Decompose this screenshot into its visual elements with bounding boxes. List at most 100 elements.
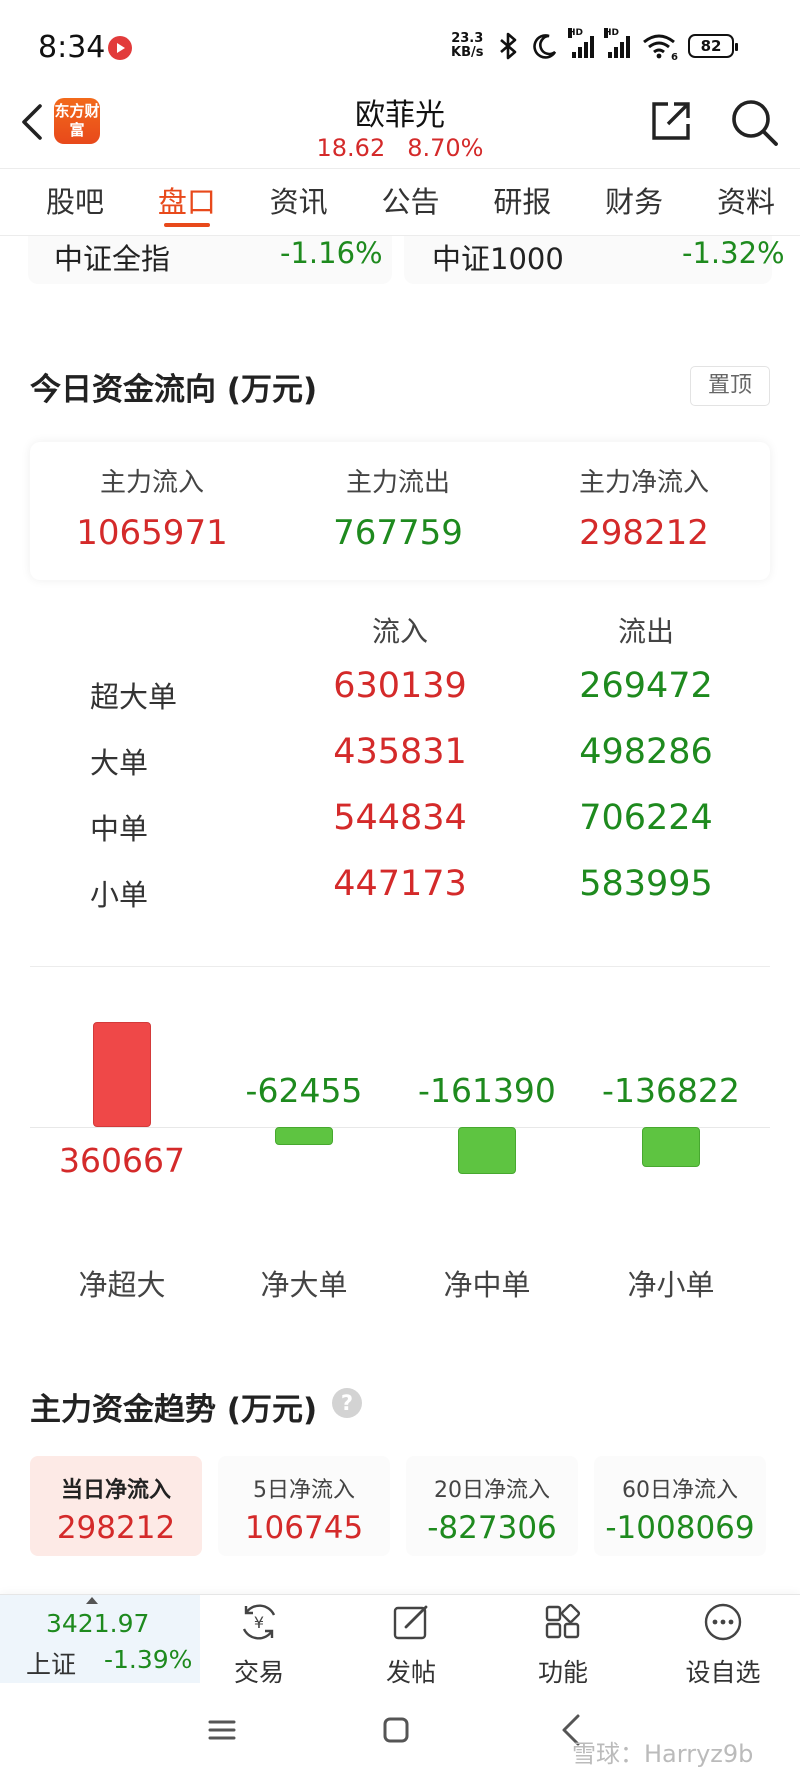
more-dots-icon	[704, 1603, 742, 1641]
flow-inflow-value: 435831	[333, 732, 467, 772]
wifi-label: 6	[671, 52, 678, 63]
flow-outflow-value: 269472	[579, 666, 713, 706]
tab-profile[interactable]: 资料	[717, 169, 775, 235]
index-name: 中证1000	[432, 242, 564, 276]
trend-value: 106745	[244, 1510, 364, 1546]
sh-index-name: 上证	[26, 1650, 77, 1679]
sh-index-price: 3421.97	[46, 1609, 150, 1638]
flow-inflow-value: 447173	[333, 864, 467, 904]
bar-value-label: -161390	[418, 1071, 556, 1110]
flow-outflow-value: 498286	[579, 732, 713, 772]
trend-card-60d[interactable]: 60日净流入 -1008069	[594, 1456, 766, 1556]
summary-main-net-inflow: 主力净流入 298212	[544, 462, 744, 553]
bar-value-label: -136822	[602, 1071, 740, 1110]
yuan-cycle-icon: ¥	[242, 1604, 276, 1640]
nav-add-watchlist[interactable]: 设自选	[668, 1601, 778, 1689]
index-change: -1.32%	[682, 236, 785, 270]
column-header-outflow: 流出	[617, 615, 674, 648]
edit-post-icon	[393, 1605, 428, 1640]
watermark: 雪球：Harryz9b	[572, 1740, 754, 1768]
nav-functions[interactable]: 功能	[508, 1601, 618, 1689]
flow-row-label: 中单	[90, 812, 149, 846]
trend-card-today[interactable]: 当日净流入 298212	[30, 1456, 202, 1556]
help-icon[interactable]: ?	[332, 1388, 362, 1418]
svg-text:¥: ¥	[254, 1613, 264, 1632]
signal-1-icon: HD	[568, 28, 594, 58]
trend-card-20d[interactable]: 20日净流入 -827306	[406, 1456, 578, 1556]
index-card[interactable]: 中证1000 -1.32%	[404, 236, 785, 284]
flow-outflow-value: 706224	[579, 798, 713, 838]
search-icon[interactable]	[728, 96, 780, 148]
bar-category-label: 净中单	[443, 1268, 531, 1302]
tab-pankou[interactable]: 盘口	[158, 169, 216, 235]
index-card[interactable]: 中证全指 -1.16%	[28, 236, 392, 284]
system-nav-bar: 雪球：Harryz9b	[0, 1684, 800, 1780]
flow-row-small: 小单 447173 583995	[0, 862, 800, 922]
grid-apps-icon	[545, 1603, 581, 1639]
app-header: 东方财富 欧菲光 18.62 8.70%	[0, 90, 800, 168]
nav-post[interactable]: 发帖	[356, 1601, 466, 1689]
nav-trade[interactable]: ¥ 交易	[204, 1601, 314, 1689]
trend-value: -1008069	[605, 1510, 755, 1546]
bar-category-label: 净小单	[627, 1268, 715, 1302]
bar-category-label: 净大单	[260, 1268, 348, 1302]
net-flow-bar-chart: 360667 净超大 -62455 净大单 -161390 净中单 -136822 净小单	[0, 980, 800, 1310]
pin-top-button[interactable]: 置顶	[690, 366, 770, 406]
screen-record-icon	[108, 36, 132, 60]
section-divider	[30, 966, 770, 967]
bottom-nav-bar: 3421.97 上证 -1.39% ¥ 交易 发帖 功能 设自选	[0, 1594, 800, 1687]
tab-guba[interactable]: 股吧	[46, 169, 104, 235]
sh-index-widget[interactable]: 3421.97 上证 -1.39%	[0, 1595, 200, 1683]
flow-row-label: 小单	[90, 878, 149, 912]
signal-2-label: HD	[604, 28, 620, 38]
bar-3	[458, 1127, 516, 1174]
flow-row-super-large: 超大单 630139 269472	[0, 664, 800, 724]
trend-label: 60日净流入	[622, 1478, 738, 1503]
stock-change-pct: 8.70%	[407, 134, 484, 162]
trend-value: -827306	[427, 1510, 557, 1546]
flow-row-label: 超大单	[90, 680, 178, 714]
signal-1-label: HD	[568, 28, 584, 38]
index-change: -1.16%	[280, 236, 383, 270]
index-name: 中证全指	[54, 242, 171, 276]
summary-value: 1065971	[76, 513, 228, 553]
bar-category-label: 净超大	[78, 1268, 166, 1302]
bar-2	[275, 1127, 333, 1146]
summary-label: 主力流入	[99, 468, 204, 498]
recent-apps-icon[interactable]	[206, 1714, 238, 1746]
status-bar: 8:34 23.3 KB/s HD HD 6 82	[0, 0, 800, 90]
moon-icon	[533, 34, 557, 59]
fund-flow-title: 今日资金流向 (万元)	[30, 372, 318, 408]
summary-value: 298212	[579, 513, 709, 553]
bar-value-label: -62455	[245, 1071, 363, 1110]
tab-announcements[interactable]: 公告	[381, 169, 439, 235]
trend-label: 20日净流入	[434, 1478, 550, 1503]
network-speed-value: 23.3	[451, 31, 484, 46]
wifi-icon: 6	[642, 33, 678, 63]
home-icon[interactable]	[380, 1714, 412, 1746]
stock-price: 18.62	[316, 134, 386, 162]
trend-card-5d[interactable]: 5日净流入 106745	[218, 1456, 390, 1556]
expand-caret-icon	[86, 1597, 98, 1604]
tab-finance[interactable]: 财务	[605, 169, 663, 235]
summary-value: 767759	[333, 513, 463, 553]
sh-index-change: -1.39%	[104, 1645, 193, 1674]
trend-title: 主力资金趋势 (万元)	[30, 1392, 318, 1428]
summary-label: 主力净流入	[578, 468, 709, 498]
flow-inflow-value: 544834	[333, 798, 467, 838]
flow-outflow-value: 583995	[579, 864, 713, 904]
network-speed: 23.3 KB/s	[451, 32, 483, 60]
share-icon[interactable]	[648, 98, 694, 144]
bar-value-label: 360667	[59, 1141, 185, 1180]
network-speed-unit: KB/s	[451, 45, 484, 60]
status-time: 8:34	[38, 30, 106, 65]
column-header-inflow: 流入	[371, 615, 428, 648]
flow-row-large: 大单 435831 498286	[0, 730, 800, 790]
bar-1	[93, 1022, 151, 1127]
trend-label: 5日净流入	[253, 1478, 355, 1503]
tab-news[interactable]: 资讯	[270, 169, 328, 235]
fund-flow-summary-card: 主力流入 1065971 主力流出 767759 主力净流入 298212	[30, 442, 770, 580]
tab-research[interactable]: 研报	[493, 169, 551, 235]
bluetooth-icon	[500, 32, 517, 60]
summary-label: 主力流出	[345, 468, 450, 498]
